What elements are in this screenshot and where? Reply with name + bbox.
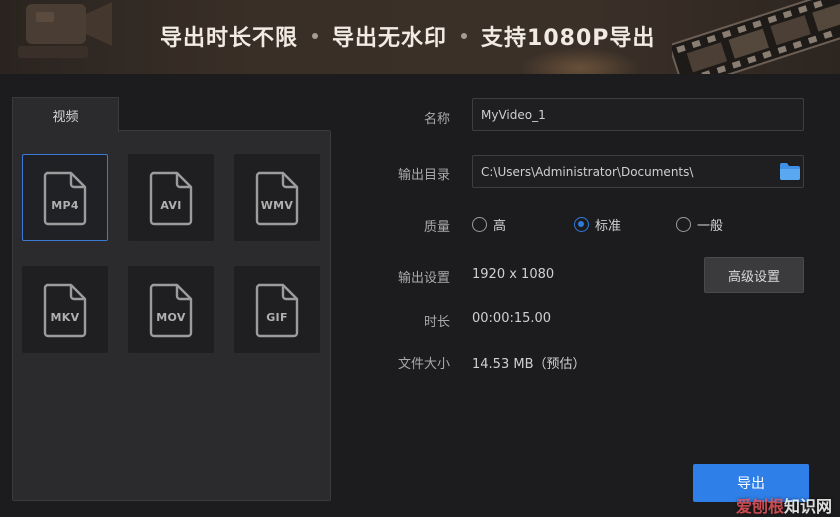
tab-video-label: 视频 xyxy=(52,109,79,125)
format-label: AVI xyxy=(160,198,182,212)
format-label: WMV xyxy=(260,198,294,212)
quality-option-normal[interactable]: 一般 xyxy=(676,215,723,234)
quality-option-standard[interactable]: 标准 xyxy=(574,215,621,234)
quality-option-label: 高 xyxy=(493,219,507,234)
format-tile-mp4[interactable]: MP4 xyxy=(22,154,108,241)
banner-feature-2: 导出无水印 xyxy=(332,26,448,51)
format-label: MKV xyxy=(50,310,80,324)
quality-option-high[interactable]: 高 xyxy=(472,215,506,234)
banner-features: 导出时长不限 导出无水印 支持1080P导出 xyxy=(160,20,655,52)
output-dir-input[interactable] xyxy=(472,155,804,188)
file-icon: MOV xyxy=(147,281,195,339)
radio-button-checked[interactable] xyxy=(574,217,589,232)
file-icon: GIF xyxy=(253,281,301,339)
file-icon: WMV xyxy=(253,169,301,227)
watermark-brand: 爱刨根 xyxy=(735,496,784,516)
format-tile-mov[interactable]: MOV xyxy=(128,266,214,353)
tab-video[interactable]: 视频 xyxy=(12,97,119,132)
duration-label: 时长 xyxy=(423,315,450,330)
format-tile-gif[interactable]: GIF xyxy=(234,266,320,353)
format-tile-wmv[interactable]: WMV xyxy=(234,154,320,241)
radio-button[interactable] xyxy=(676,217,691,232)
file-icon: MKV xyxy=(41,281,89,339)
format-tile-avi[interactable]: AVI xyxy=(128,154,214,241)
name-label: 名称 xyxy=(423,112,450,127)
file-icon: MP4 xyxy=(41,169,89,227)
quality-label: 质量 xyxy=(423,220,450,235)
banner-feature-1: 导出时长不限 xyxy=(160,26,299,51)
banner-separator-dot xyxy=(312,33,319,39)
quality-option-label: 标准 xyxy=(595,219,622,234)
banner-separator-dot xyxy=(461,33,468,39)
output-settings-label: 输出设置 xyxy=(397,271,450,286)
filesize-label: 文件大小 xyxy=(397,357,450,372)
folder-icon[interactable] xyxy=(778,161,802,183)
name-input[interactable] xyxy=(472,98,804,131)
format-label: MP4 xyxy=(51,198,79,212)
filesize-value: 14.53 MB（预估） xyxy=(472,357,586,372)
output-dir-label: 输出目录 xyxy=(397,168,450,183)
advanced-settings-button[interactable]: 高级设置 xyxy=(704,257,804,293)
promo-banner: 导出时长不限 导出无水印 支持1080P导出 xyxy=(0,0,840,74)
format-tile-mkv[interactable]: MKV xyxy=(22,266,108,353)
radio-button[interactable] xyxy=(472,217,487,232)
format-label: GIF xyxy=(266,310,288,324)
site-watermark: 爱刨根 知识网 xyxy=(700,492,840,517)
film-strip-icon xyxy=(672,0,840,74)
duration-value: 00:00:15.00 xyxy=(472,311,552,326)
file-icon: AVI xyxy=(147,169,195,227)
resolution-value: 1920 x 1080 xyxy=(472,267,555,282)
format-label: MOV xyxy=(156,310,186,324)
banner-feature-3: 支持1080P导出 xyxy=(481,26,656,51)
quality-option-label: 一般 xyxy=(697,219,724,234)
watermark-site: 知识网 xyxy=(783,496,832,516)
video-camera-icon xyxy=(18,2,112,58)
